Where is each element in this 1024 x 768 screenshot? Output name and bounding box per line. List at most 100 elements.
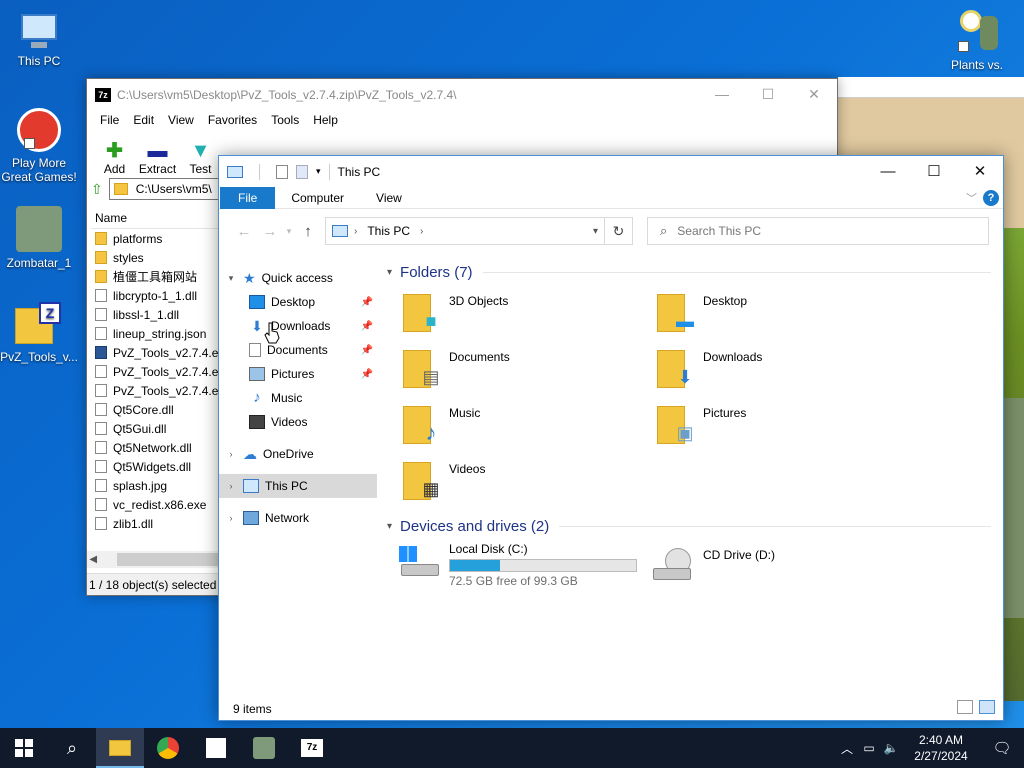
pin-icon[interactable]: 📌 xyxy=(361,345,373,356)
forward-icon[interactable]: → xyxy=(257,223,283,240)
list-item[interactable]: styles xyxy=(91,248,219,267)
drive-cd-d[interactable]: CD Drive (D:) xyxy=(639,548,775,588)
large-icons-view-icon[interactable] xyxy=(979,700,995,714)
network-icon[interactable]: ▭ xyxy=(858,741,880,755)
desktop-icon-pvz-tools-zip[interactable]: Z PvZ_Tools_v... xyxy=(0,302,78,364)
drives-group-header[interactable]: ▾ Devices and drives (2) xyxy=(385,514,995,538)
chevron-down-icon[interactable]: ▾ xyxy=(387,521,392,532)
minimize-button[interactable]: — xyxy=(699,79,745,109)
nav-onedrive[interactable]: › ☁ OneDrive xyxy=(219,442,377,466)
list-item[interactable]: zlib1.dll xyxy=(91,514,219,533)
folders-group-header[interactable]: ▾ Folders (7) xyxy=(385,260,995,284)
start-button[interactable] xyxy=(0,728,48,768)
pvz-window-titlebar[interactable] xyxy=(838,77,1024,98)
help-icon[interactable]: ? xyxy=(983,190,999,206)
breadcrumb-this-pc[interactable]: This PC xyxy=(367,224,410,238)
desktop-icon-this-pc[interactable]: This PC xyxy=(0,10,78,68)
list-item[interactable]: PvZ_Tools_v2.7.4.exe xyxy=(91,343,219,362)
list-item[interactable]: PvZ_Tools_v2.7.4.exe xyxy=(91,362,219,381)
folder-videos[interactable]: ▦ Videos xyxy=(385,456,625,508)
taskbar-chrome[interactable] xyxy=(144,728,192,768)
list-item[interactable]: 植僵工具箱网站 xyxy=(91,267,219,286)
new-folder-icon[interactable] xyxy=(296,164,308,179)
chevron-down-icon[interactable]: ▾ xyxy=(387,267,392,278)
list-item[interactable]: Qt5Gui.dll xyxy=(91,419,219,438)
up-folder-icon[interactable]: ⇧ xyxy=(91,181,103,198)
horizontal-scrollbar[interactable]: ◀ xyxy=(87,551,219,568)
folder-documents[interactable]: ▤ Documents xyxy=(385,344,625,396)
menu-help[interactable]: Help xyxy=(306,113,345,127)
list-item[interactable]: libssl-1_1.dll xyxy=(91,305,219,324)
menu-file[interactable]: File xyxy=(93,113,126,127)
folder-pictures[interactable]: ▣ Pictures xyxy=(639,400,879,452)
quick-access-dropdown-icon[interactable]: ▾ xyxy=(316,166,321,177)
desktop-icon-play-more-games[interactable]: Play More Great Games! xyxy=(0,108,78,184)
scroll-left-icon[interactable]: ◀ xyxy=(87,554,99,565)
folder-downloads[interactable]: ⬇ Downloads xyxy=(639,344,879,396)
add-button[interactable]: ✚ Add xyxy=(93,140,136,176)
tab-view[interactable]: View xyxy=(360,187,418,209)
back-icon[interactable]: ← xyxy=(231,223,257,240)
folder-music[interactable]: ♪ Music xyxy=(385,400,625,452)
list-item[interactable]: libcrypto-1_1.dll xyxy=(91,286,219,305)
taskbar-store[interactable] xyxy=(192,728,240,768)
chevron-down-icon[interactable]: ▾ xyxy=(225,273,237,284)
refresh-icon[interactable]: ↻ xyxy=(605,217,633,245)
nav-this-pc[interactable]: › This PC xyxy=(219,474,377,498)
test-button[interactable]: ▼ Test xyxy=(179,140,222,176)
list-item[interactable]: Qt5Network.dll xyxy=(91,438,219,457)
nav-videos[interactable]: Videos xyxy=(219,410,377,434)
menu-edit[interactable]: Edit xyxy=(126,113,161,127)
breadcrumb-chevron-icon[interactable]: › xyxy=(420,226,423,237)
taskbar-7zip[interactable]: 7z xyxy=(288,728,336,768)
maximize-button[interactable]: ☐ xyxy=(745,79,791,109)
folder-3d-objects[interactable]: ■ 3D Objects xyxy=(385,288,625,340)
chevron-up-icon[interactable]: ︿ xyxy=(836,740,858,757)
pin-icon[interactable]: 📌 xyxy=(361,369,373,380)
breadcrumb-chevron-icon[interactable]: › xyxy=(354,226,357,237)
list-item[interactable]: Qt5Widgets.dll xyxy=(91,457,219,476)
search-button[interactable]: ⌕ xyxy=(48,728,96,768)
pin-icon[interactable]: 📌 xyxy=(361,321,373,332)
nav-pictures[interactable]: Pictures 📌 xyxy=(219,362,377,386)
clock[interactable]: 2:40 AM 2/27/2024 xyxy=(902,732,980,764)
explorer-window[interactable]: ▾ This PC — ☐ ✕ File Computer View ﹀ ? ←… xyxy=(218,155,1004,721)
properties-icon[interactable] xyxy=(276,164,288,179)
nav-documents[interactable]: Documents 📌 xyxy=(219,338,377,362)
menu-view[interactable]: View xyxy=(161,113,201,127)
pin-icon[interactable]: 📌 xyxy=(361,297,373,308)
notification-icon[interactable]: 🗨 xyxy=(980,739,1024,757)
minimize-button[interactable]: — xyxy=(865,156,911,186)
expand-ribbon-icon[interactable]: ﹀ xyxy=(966,190,977,206)
address-dropdown-icon[interactable]: ▾ xyxy=(593,226,598,237)
close-button[interactable]: ✕ xyxy=(957,156,1003,186)
chevron-right-icon[interactable]: › xyxy=(225,449,237,459)
scrollbar-thumb[interactable] xyxy=(117,553,219,566)
tab-computer[interactable]: Computer xyxy=(275,187,360,209)
volume-muted-icon[interactable]: 🔈 xyxy=(880,741,902,755)
list-item[interactable]: PvZ_Tools_v2.7.4.exe xyxy=(91,381,219,400)
drive-local-disk-c[interactable]: Local Disk (C:) 72.5 GB free of 99.3 GB xyxy=(385,542,637,588)
extract-button[interactable]: ▬ Extract xyxy=(136,140,179,176)
nav-music[interactable]: ♪ Music xyxy=(219,386,377,410)
address-bar[interactable]: › This PC › ▾ xyxy=(325,217,605,245)
close-button[interactable]: ✕ xyxy=(791,79,837,109)
sevenzip-path-field[interactable]: C:\Users\vm5\ xyxy=(108,178,219,200)
chevron-right-icon[interactable]: › xyxy=(225,481,237,491)
up-arrow-icon[interactable]: ↑ xyxy=(295,223,321,240)
menu-tools[interactable]: Tools xyxy=(264,113,306,127)
list-item[interactable]: platforms xyxy=(91,229,219,248)
search-input[interactable]: ⌕ Search This PC xyxy=(647,217,989,245)
list-item[interactable]: lineup_string.json xyxy=(91,324,219,343)
list-item[interactable]: vc_redist.x86.exe xyxy=(91,495,219,514)
chevron-right-icon[interactable]: › xyxy=(225,513,237,523)
nav-desktop[interactable]: Desktop 📌 xyxy=(219,290,377,314)
taskbar-pvz[interactable] xyxy=(240,728,288,768)
list-item[interactable]: splash.jpg xyxy=(91,476,219,495)
column-header-name[interactable]: Name xyxy=(91,207,219,229)
taskbar-file-explorer[interactable] xyxy=(96,728,144,768)
desktop-icon-zombatar[interactable]: Zombatar_1 xyxy=(0,206,78,270)
nav-quick-access[interactable]: ▾ ★ Quick access xyxy=(219,266,377,290)
details-view-icon[interactable] xyxy=(957,700,973,714)
list-item[interactable]: Qt5Core.dll xyxy=(91,400,219,419)
